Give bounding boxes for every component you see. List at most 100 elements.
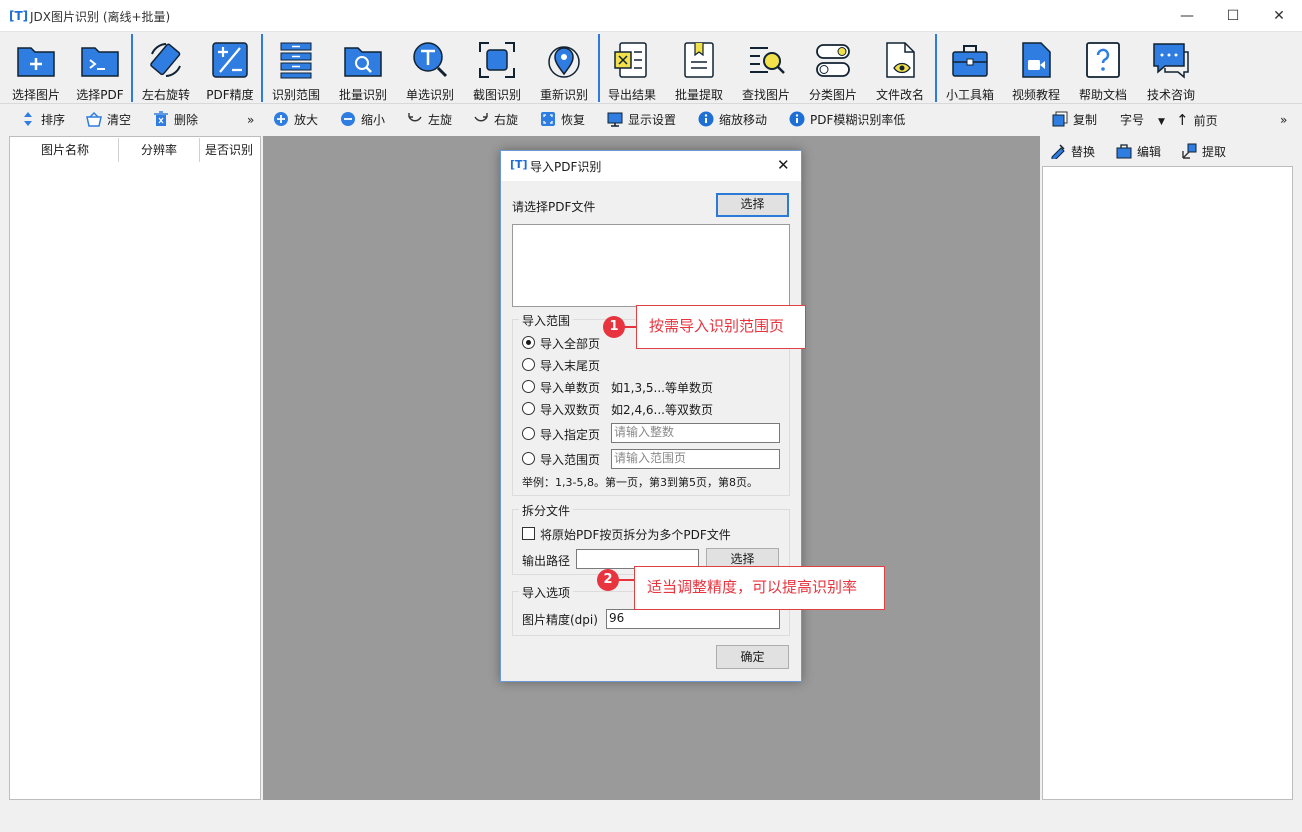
single-recognize-button[interactable]: 单选识别 xyxy=(398,36,462,104)
annotation-callout-2: 适当调整精度，可以提高识别率 xyxy=(634,566,885,610)
import-options-label: 导入选项 xyxy=(519,584,574,601)
radio-all-pages[interactable] xyxy=(522,336,535,349)
terminal-folder-icon xyxy=(81,47,119,77)
rotate-right-icon xyxy=(474,113,488,122)
info-icon xyxy=(789,111,805,127)
select-pdf-file-button[interactable]: 选择 xyxy=(716,193,789,217)
dpi-label: 图片精度(dpi) xyxy=(522,613,598,627)
toolbox-icon xyxy=(952,45,988,77)
result-text-panel[interactable] xyxy=(1042,166,1293,800)
close-window-button[interactable]: ✕ xyxy=(1256,0,1302,32)
recognition-range-button[interactable]: 识别范围 xyxy=(264,36,328,104)
sort-button[interactable]: 排序 xyxy=(20,109,65,131)
batch-extract-button[interactable]: 批量提取 xyxy=(667,36,731,104)
batch-recognize-button[interactable]: 批量识别 xyxy=(331,36,395,104)
right-more-button[interactable]: » xyxy=(1280,109,1287,131)
video-tutorial-button[interactable]: 视频教程 xyxy=(1004,36,1068,104)
rename-file-button[interactable]: 文件改名 xyxy=(868,36,932,104)
rotate-left-button[interactable]: 左旋 xyxy=(407,109,452,131)
title-bar xyxy=(0,0,1302,32)
folder-add-icon xyxy=(17,47,55,77)
page-range-input[interactable]: 请输入范围页 xyxy=(611,449,780,469)
rotate-button[interactable]: 左右旋转 xyxy=(134,36,198,104)
rotate-right-button[interactable]: 右旋 xyxy=(473,109,518,131)
toolbar-label: 视频教程 xyxy=(1011,88,1060,102)
chat-icon xyxy=(1153,43,1189,79)
screenshot-recognize-button[interactable]: 截图识别 xyxy=(465,36,529,104)
toolbar-label: 重新识别 xyxy=(539,88,588,102)
radio-page-range[interactable] xyxy=(522,452,535,465)
toolbar-label: 批量提取 xyxy=(674,88,723,102)
screenshot-icon xyxy=(479,42,515,78)
pdf-precision-button[interactable]: PDF精度 xyxy=(198,36,262,104)
column-header-resolution[interactable]: 分辨率 xyxy=(119,139,199,161)
prev-page-button[interactable]: ↑ 前页 xyxy=(1176,109,1218,131)
pdf-blur-info-button[interactable]: PDF模糊识别率低 xyxy=(789,109,905,131)
maximize-button[interactable]: ☐ xyxy=(1210,0,1256,32)
left-more-button[interactable]: » xyxy=(247,109,254,131)
specific-page-input[interactable]: 请输入整数 xyxy=(611,423,780,443)
help-docs-button[interactable]: 帮助文档 xyxy=(1071,36,1135,104)
zoom-out-icon xyxy=(341,112,355,126)
display-settings-button[interactable]: 显示设置 xyxy=(607,109,676,131)
tech-support-button[interactable]: 技术咨询 xyxy=(1139,36,1203,104)
export-results-button[interactable]: 导出结果 xyxy=(600,36,664,104)
split-checkbox[interactable] xyxy=(522,527,535,540)
dpi-input[interactable]: 96 xyxy=(606,609,780,629)
re-recognize-button[interactable]: 重新识别 xyxy=(532,36,596,104)
zoom-out-label: 缩小 xyxy=(361,113,386,127)
restore-button[interactable]: 恢复 xyxy=(540,109,585,131)
clear-button[interactable]: 清空 xyxy=(86,109,131,131)
toolbar-label: 查找图片 xyxy=(741,88,790,102)
radio-even-pages[interactable] xyxy=(522,402,535,415)
copy-label: 复制 xyxy=(1073,113,1098,127)
ok-button[interactable]: 确定 xyxy=(716,645,789,669)
range-example: 举例：1,3-5,8。第一页，第3到第5页，第8页。 xyxy=(522,476,758,489)
list-range-icon xyxy=(280,42,312,79)
zoom-in-button[interactable]: 放大 xyxy=(273,109,318,131)
radio-specific-page[interactable] xyxy=(522,427,535,440)
dialog-logo-icon: [T] xyxy=(510,158,528,171)
column-header-recognized[interactable]: 是否识别 xyxy=(200,139,258,161)
toolbar-label: 选择图片 xyxy=(11,88,60,102)
zoom-out-button[interactable]: 缩小 xyxy=(340,109,385,131)
pdf-file-list[interactable] xyxy=(512,224,790,307)
restore-icon xyxy=(541,112,555,126)
copy-button[interactable]: 复制 xyxy=(1052,109,1097,131)
toolbar-label: 批量识别 xyxy=(338,88,387,102)
dialog-close-button[interactable]: ✕ xyxy=(777,156,790,174)
toolbar-label: 单选识别 xyxy=(405,88,454,102)
option-label: 导入指定页 xyxy=(540,428,601,442)
radio-last-page[interactable] xyxy=(522,358,535,371)
annotation-badge-1: 1 xyxy=(603,316,625,338)
file-list-panel[interactable] xyxy=(9,136,261,800)
zoom-move-button[interactable]: 缩放移动 xyxy=(698,109,767,131)
toolbox-button[interactable]: 小工具箱 xyxy=(938,36,1002,104)
zoom-in-icon xyxy=(274,112,288,126)
extract-button[interactable]: 提取 xyxy=(1181,141,1226,163)
bookmark-doc-icon xyxy=(684,42,714,78)
font-size-dropdown[interactable]: 字号 ▼ xyxy=(1120,109,1165,131)
replace-button[interactable]: 替换 xyxy=(1050,141,1095,163)
delete-icon xyxy=(154,111,168,126)
minimize-button[interactable]: — xyxy=(1164,0,1210,32)
info-icon xyxy=(698,111,714,127)
arrow-up-icon: ↑ xyxy=(1176,111,1189,129)
classify-images-button[interactable]: 分类图片 xyxy=(801,36,865,104)
app-logo-icon: [T] xyxy=(9,9,29,23)
annotation-callout-1: 按需导入识别范围页 xyxy=(636,305,806,349)
find-image-button[interactable]: 查找图片 xyxy=(734,36,798,104)
toggle-icon xyxy=(816,44,850,77)
find-image-icon xyxy=(750,47,785,74)
column-header-name[interactable]: 图片名称 xyxy=(12,139,118,161)
delete-button[interactable]: 删除 xyxy=(153,109,198,131)
toolbar-label: 分类图片 xyxy=(808,88,857,102)
select-pdf-button[interactable]: 选择PDF xyxy=(68,36,132,104)
radio-odd-pages[interactable] xyxy=(522,380,535,393)
annotation-badge-2: 2 xyxy=(597,569,619,591)
option-label: 导入全部页 xyxy=(540,337,601,351)
select-image-button[interactable]: 选择图片 xyxy=(4,36,68,104)
prev-page-label: 前页 xyxy=(1193,114,1218,128)
edit-button[interactable]: 编辑 xyxy=(1116,141,1161,163)
zoom-move-label: 缩放移动 xyxy=(719,113,768,127)
